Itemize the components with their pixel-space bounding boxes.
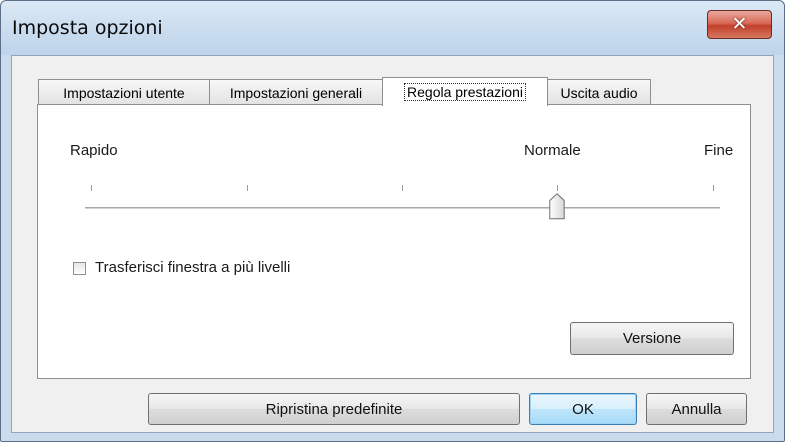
slider-tick: [557, 185, 558, 191]
performance-slider-thumb[interactable]: [549, 193, 565, 220]
layered-window-label[interactable]: Trasferisci finestra a più livelli: [95, 259, 290, 276]
title-bar[interactable]: Imposta opzioni ✕: [1, 1, 784, 55]
tab-user-settings[interactable]: Impostazioni utente: [38, 79, 210, 105]
cancel-button[interactable]: Annulla: [646, 393, 747, 425]
close-button[interactable]: ✕: [707, 10, 772, 39]
slider-tick: [713, 185, 714, 191]
slider-tick: [247, 185, 248, 191]
button-label: Versione: [622, 330, 682, 347]
tab-label: Regola prestazioni: [404, 83, 526, 101]
button-label: Ripristina predefinite: [265, 400, 403, 418]
tab-audio-output[interactable]: Uscita audio: [547, 79, 651, 105]
tab-label: Uscita audio: [560, 84, 638, 101]
ok-button[interactable]: OK: [529, 393, 637, 425]
tab-general-settings[interactable]: Impostazioni generali: [209, 79, 383, 105]
tab-label: Impostazioni utente: [63, 84, 185, 101]
close-icon: ✕: [731, 13, 748, 35]
button-label: OK: [572, 400, 594, 418]
window-title: Imposta opzioni: [12, 17, 163, 39]
tab-performance[interactable]: Regola prestazioni: [382, 77, 548, 106]
tab-label: Impostazioni generali: [229, 84, 363, 101]
button-label: Annulla: [671, 400, 722, 418]
speed-label-fast: Rapido: [70, 142, 118, 159]
slider-tick: [402, 185, 403, 191]
slider-tick: [91, 185, 92, 191]
version-button[interactable]: Versione: [570, 322, 734, 355]
restore-defaults-button[interactable]: Ripristina predefinite: [148, 393, 520, 425]
layered-window-checkbox[interactable]: [73, 262, 86, 275]
speed-label-normal: Normale: [524, 142, 581, 159]
speed-label-fine: Fine: [704, 142, 734, 159]
performance-slider-track[interactable]: [85, 207, 720, 209]
